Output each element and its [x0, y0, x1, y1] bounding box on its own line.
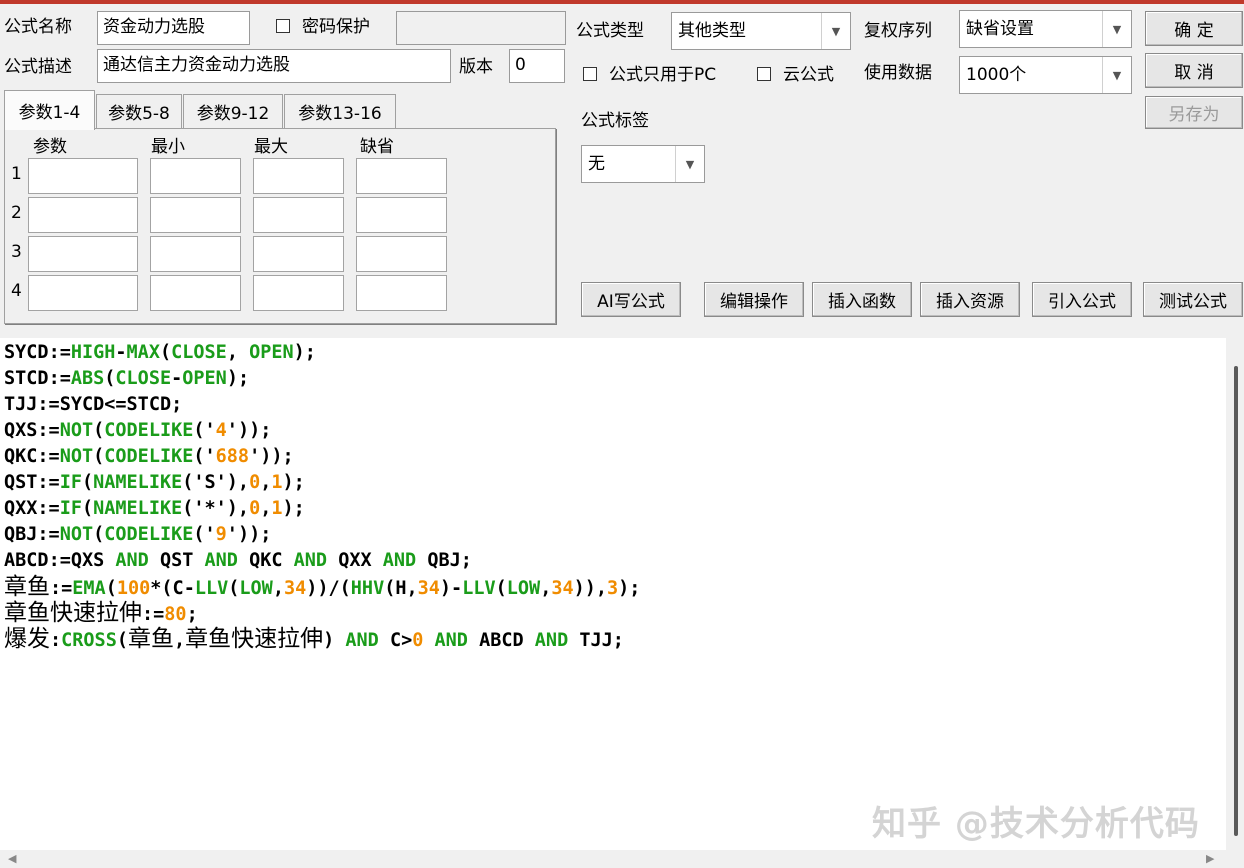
import-formula-button[interactable]: 引入公式: [1032, 282, 1132, 317]
param-2-default-input[interactable]: [356, 197, 447, 233]
code-line[interactable]: QKC:=NOT(CODELIKE('688'));: [4, 444, 640, 470]
param-3-name-input[interactable]: [28, 236, 138, 272]
param-row-number: 4: [11, 281, 22, 301]
scroll-left-icon[interactable]: ◀: [8, 852, 16, 865]
ai-write-formula-button[interactable]: AI写公式: [581, 282, 681, 317]
param-4-min-input[interactable]: [150, 275, 241, 311]
formula-type-label: 公式类型: [576, 21, 644, 41]
param-row-number: 1: [11, 164, 22, 184]
param-2-min-input[interactable]: [150, 197, 241, 233]
cancel-button[interactable]: 取 消: [1145, 53, 1243, 88]
tab-params-5-8[interactable]: 参数5-8: [96, 94, 182, 128]
tab-params-9-12[interactable]: 参数9-12: [183, 94, 283, 128]
edit-operations-button[interactable]: 编辑操作: [704, 282, 804, 317]
param-header-min: 最小: [151, 137, 185, 157]
code-line[interactable]: QBJ:=NOT(CODELIKE('9'));: [4, 522, 640, 548]
param-2-name-input[interactable]: [28, 197, 138, 233]
formula-tag-value: 无: [588, 154, 605, 174]
code-line[interactable]: QXS:=NOT(CODELIKE('4'));: [4, 418, 640, 444]
use-data-label: 使用数据: [864, 63, 932, 83]
param-1-min-input[interactable]: [150, 158, 241, 194]
param-header-default: 缺省: [360, 137, 394, 157]
pc-only-checkbox[interactable]: [583, 67, 597, 81]
param-4-max-input[interactable]: [253, 275, 344, 311]
param-row-number: 3: [11, 242, 22, 262]
window-top-border: [0, 0, 1244, 4]
code-line[interactable]: TJJ:=SYCD<=STCD;: [4, 392, 640, 418]
pc-only-label: 公式只用于PC: [609, 65, 717, 85]
cloud-formula-label: 云公式: [783, 65, 834, 85]
code-line[interactable]: QXX:=IF(NAMELIKE('*'),0,1);: [4, 496, 640, 522]
watermark: 知乎 @技术分析代码: [872, 804, 1200, 844]
code-line[interactable]: 章鱼:=EMA(100*(C-LLV(LOW,34))/(HHV(H,34)-L…: [4, 574, 640, 600]
param-4-default-input[interactable]: [356, 275, 447, 311]
use-data-value: 1000个: [966, 65, 1027, 85]
password-checkbox[interactable]: [276, 19, 290, 33]
dropdown-arrow-icon[interactable]: ▼: [1102, 57, 1131, 93]
formula-type-value: 其他类型: [678, 21, 746, 41]
param-4-name-input[interactable]: [28, 275, 138, 311]
formula-tag-label: 公式标签: [581, 111, 649, 131]
tab-params-1-4[interactable]: 参数1-4: [4, 90, 95, 130]
password-input[interactable]: [396, 11, 566, 45]
code-line[interactable]: 爆发:CROSS(章鱼,章鱼快速拉伸) AND C>0 AND ABCD AND…: [4, 626, 640, 652]
param-header-name: 参数: [33, 137, 67, 157]
dropdown-arrow-icon[interactable]: ▼: [821, 13, 850, 49]
param-row-number: 2: [11, 203, 22, 223]
password-label: 密码保护: [302, 17, 370, 37]
formula-desc-input[interactable]: 通达信主力资金动力选股: [97, 49, 451, 83]
formula-tag-select[interactable]: 无 ▼: [581, 145, 705, 183]
adjust-series-select[interactable]: 缺省设置 ▼: [959, 10, 1132, 48]
formula-name-label: 公式名称: [4, 17, 72, 37]
vertical-scroll-thumb[interactable]: [1234, 366, 1238, 836]
adjust-series-value: 缺省设置: [966, 19, 1034, 39]
insert-resource-button[interactable]: 插入资源: [920, 282, 1020, 317]
code-text[interactable]: SYCD:=HIGH-MAX(CLOSE, OPEN); STCD:=ABS(CL…: [4, 340, 640, 652]
formula-code-editor[interactable]: SYCD:=HIGH-MAX(CLOSE, OPEN); STCD:=ABS(CL…: [0, 338, 1226, 850]
formula-desc-label: 公式描述: [4, 57, 72, 77]
test-formula-button[interactable]: 测试公式: [1143, 282, 1243, 317]
code-line[interactable]: SYCD:=HIGH-MAX(CLOSE, OPEN);: [4, 340, 640, 366]
tab-params-13-16[interactable]: 参数13-16: [284, 94, 396, 128]
code-line[interactable]: 章鱼快速拉伸:=80;: [4, 600, 640, 626]
cloud-formula-checkbox[interactable]: [757, 67, 771, 81]
param-1-max-input[interactable]: [253, 158, 344, 194]
param-header-max: 最大: [254, 137, 288, 157]
save-as-button[interactable]: 另存为: [1145, 96, 1243, 129]
param-3-default-input[interactable]: [356, 236, 447, 272]
insert-function-button[interactable]: 插入函数: [812, 282, 912, 317]
version-label: 版本: [459, 57, 493, 77]
formula-name-input[interactable]: 资金动力选股: [97, 11, 250, 45]
param-1-name-input[interactable]: [28, 158, 138, 194]
formula-type-select[interactable]: 其他类型 ▼: [671, 12, 851, 50]
code-line[interactable]: ABCD:=QXS AND QST AND QKC AND QXX AND QB…: [4, 548, 640, 574]
version-input[interactable]: 0: [509, 49, 565, 83]
code-line[interactable]: STCD:=ABS(CLOSE-OPEN);: [4, 366, 640, 392]
code-line[interactable]: QST:=IF(NAMELIKE('S'),0,1);: [4, 470, 640, 496]
param-2-max-input[interactable]: [253, 197, 344, 233]
horizontal-scrollbar[interactable]: ◀ ▶: [0, 850, 1244, 868]
dropdown-arrow-icon[interactable]: ▼: [675, 146, 704, 182]
use-data-select[interactable]: 1000个 ▼: [959, 56, 1132, 94]
param-1-default-input[interactable]: [356, 158, 447, 194]
adjust-series-label: 复权序列: [864, 21, 932, 41]
dropdown-arrow-icon[interactable]: ▼: [1102, 11, 1131, 47]
scroll-right-icon[interactable]: ▶: [1206, 852, 1214, 865]
param-3-min-input[interactable]: [150, 236, 241, 272]
ok-button[interactable]: 确 定: [1145, 11, 1243, 46]
param-3-max-input[interactable]: [253, 236, 344, 272]
